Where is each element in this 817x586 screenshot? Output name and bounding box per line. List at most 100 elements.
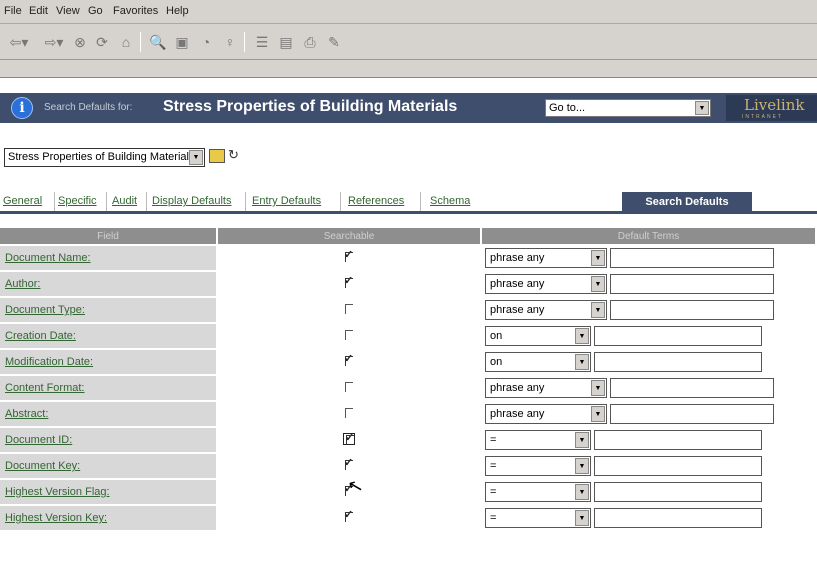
refresh-icon[interactable]: ⟳ bbox=[92, 32, 112, 52]
field-link[interactable]: Author: bbox=[5, 278, 40, 290]
print-icon[interactable]: ⎙ bbox=[300, 32, 320, 52]
header-prefix: Search Defaults for: bbox=[44, 102, 133, 113]
chevron-down-icon: ▼ bbox=[575, 458, 589, 474]
stop-icon[interactable]: ⊗ bbox=[70, 32, 90, 52]
searchable-checkbox[interactable] bbox=[343, 381, 355, 393]
term-input[interactable] bbox=[610, 248, 775, 268]
tab-bar: General Specific Audit Display Defaults … bbox=[0, 192, 817, 212]
chevron-down-icon: ▼ bbox=[575, 484, 589, 500]
field-link[interactable]: Document ID: bbox=[5, 434, 72, 446]
operator-select[interactable]: = ▼ bbox=[485, 456, 591, 476]
term-input[interactable] bbox=[594, 430, 763, 450]
favorites-icon[interactable]: ▣ bbox=[172, 32, 192, 52]
back-icon[interactable]: ⇦▾ bbox=[4, 32, 34, 52]
chevron-down-icon: ▼ bbox=[695, 101, 709, 115]
table-row: Modification Date: ✓ on ▼ bbox=[0, 348, 817, 374]
field-link[interactable]: Document Name: bbox=[5, 252, 91, 264]
info-icon: i bbox=[11, 97, 33, 119]
browser-toolbar: ⇦▾ ⇨▾ ⊗ ⟳ ⌂ 🔍 ▣ ◔ ♀ ☰ ▤ ⎙ ✎ bbox=[0, 24, 817, 60]
field-link[interactable]: Highest Version Flag: bbox=[5, 486, 110, 498]
menu-bar: File Edit View Go Favorites Help bbox=[0, 0, 817, 24]
column-header-searchable: Searchable bbox=[218, 228, 482, 244]
history-icon[interactable]: ◔ bbox=[196, 32, 216, 52]
term-input[interactable] bbox=[610, 404, 775, 424]
term-input[interactable] bbox=[594, 456, 763, 476]
tab-schema[interactable]: Schema bbox=[430, 195, 470, 207]
address-strip bbox=[0, 60, 817, 78]
mail-icon[interactable]: ☰ bbox=[252, 32, 272, 52]
table-row: Author: ✓ phrase any ▼ bbox=[0, 270, 817, 296]
channels-icon[interactable]: ♀ bbox=[220, 32, 240, 52]
refresh-icon[interactable]: ↻ bbox=[228, 147, 239, 163]
term-input[interactable] bbox=[594, 326, 763, 346]
tab-display-defaults[interactable]: Display Defaults bbox=[152, 195, 231, 207]
table-row: Content Format: phrase any ▼ bbox=[0, 374, 817, 400]
tab-general[interactable]: General bbox=[3, 195, 42, 207]
field-link[interactable]: Abstract: bbox=[5, 408, 48, 420]
search-icon[interactable]: 🔍 bbox=[148, 32, 168, 52]
forward-icon[interactable]: ⇨▾ bbox=[40, 32, 68, 52]
menu-help[interactable]: Help bbox=[166, 5, 189, 17]
search-defaults-table: Field Searchable Default Terms Document … bbox=[0, 228, 817, 530]
table-row: Document Name: ✓ phrase any ▼ bbox=[0, 244, 817, 270]
menu-edit[interactable]: Edit bbox=[29, 5, 48, 17]
edit-icon[interactable]: ✎ bbox=[324, 32, 344, 52]
tab-search-defaults[interactable]: Search Defaults bbox=[622, 192, 752, 212]
searchable-checkbox[interactable] bbox=[343, 329, 355, 341]
page-header: i Search Defaults for: Stress Properties… bbox=[0, 93, 817, 123]
operator-select[interactable]: phrase any ▼ bbox=[485, 404, 607, 424]
chevron-down-icon: ▼ bbox=[189, 150, 203, 165]
term-input[interactable] bbox=[594, 482, 763, 502]
operator-select[interactable]: on ▼ bbox=[485, 326, 591, 346]
table-row: Highest Version Key: ✓ = ▼ bbox=[0, 504, 817, 530]
field-link[interactable]: Highest Version Key: bbox=[5, 512, 107, 524]
menu-go[interactable]: Go bbox=[88, 5, 103, 17]
field-link[interactable]: Document Key: bbox=[5, 460, 80, 472]
chevron-down-icon: ▼ bbox=[591, 250, 605, 266]
searchable-checkbox[interactable]: ✓ bbox=[343, 275, 355, 289]
operator-select[interactable]: phrase any ▼ bbox=[485, 300, 607, 320]
tab-audit[interactable]: Audit bbox=[112, 195, 137, 207]
menu-file[interactable]: File bbox=[4, 5, 22, 17]
chevron-down-icon: ▼ bbox=[591, 302, 605, 318]
term-input[interactable] bbox=[594, 508, 763, 528]
operator-select[interactable]: phrase any ▼ bbox=[485, 274, 607, 294]
tab-specific[interactable]: Specific bbox=[58, 195, 97, 207]
field-link[interactable]: Content Format: bbox=[5, 382, 84, 394]
term-input[interactable] bbox=[594, 352, 763, 372]
breadcrumb-select[interactable]: Stress Properties of Building Materials ▼ bbox=[4, 148, 205, 167]
menu-view[interactable]: View bbox=[56, 5, 80, 17]
folder-up-icon[interactable] bbox=[209, 149, 225, 163]
operator-select[interactable]: phrase any ▼ bbox=[485, 378, 607, 398]
field-link[interactable]: Modification Date: bbox=[5, 356, 93, 368]
searchable-checkbox[interactable] bbox=[343, 407, 355, 419]
home-icon[interactable]: ⌂ bbox=[116, 32, 136, 52]
operator-select[interactable]: on ▼ bbox=[485, 352, 591, 372]
menu-favorites[interactable]: Favorites bbox=[113, 5, 158, 17]
searchable-checkbox[interactable]: ✓ bbox=[343, 457, 355, 471]
operator-select[interactable]: phrase any ▼ bbox=[485, 248, 607, 268]
term-input[interactable] bbox=[610, 378, 775, 398]
searchable-checkbox[interactable]: ✓ bbox=[343, 249, 355, 263]
searchable-checkbox[interactable] bbox=[343, 303, 355, 315]
chevron-down-icon: ▼ bbox=[575, 432, 589, 448]
searchable-checkbox[interactable]: ✓ bbox=[343, 509, 355, 523]
field-link[interactable]: Creation Date: bbox=[5, 330, 76, 342]
chevron-down-icon: ▼ bbox=[575, 328, 589, 344]
searchable-checkbox[interactable]: ✓ bbox=[343, 432, 355, 445]
searchable-checkbox[interactable]: ✓ bbox=[343, 353, 355, 367]
goto-select[interactable]: Go to... ▼ bbox=[545, 99, 711, 117]
page-title: Stress Properties of Building Materials bbox=[163, 98, 458, 115]
operator-select[interactable]: = ▼ bbox=[485, 430, 591, 450]
print-preview-icon[interactable]: ▤ bbox=[276, 32, 296, 52]
tab-references[interactable]: References bbox=[348, 195, 404, 207]
table-row: Document ID: ✓ = ▼ bbox=[0, 426, 817, 452]
operator-select[interactable]: = ▼ bbox=[485, 508, 591, 528]
term-input[interactable] bbox=[610, 274, 775, 294]
chevron-down-icon: ▼ bbox=[591, 380, 605, 396]
operator-select[interactable]: = ▼ bbox=[485, 482, 591, 502]
chevron-down-icon: ▼ bbox=[575, 510, 589, 526]
field-link[interactable]: Document Type: bbox=[5, 304, 85, 316]
term-input[interactable] bbox=[610, 300, 775, 320]
tab-entry-defaults[interactable]: Entry Defaults bbox=[252, 195, 321, 207]
